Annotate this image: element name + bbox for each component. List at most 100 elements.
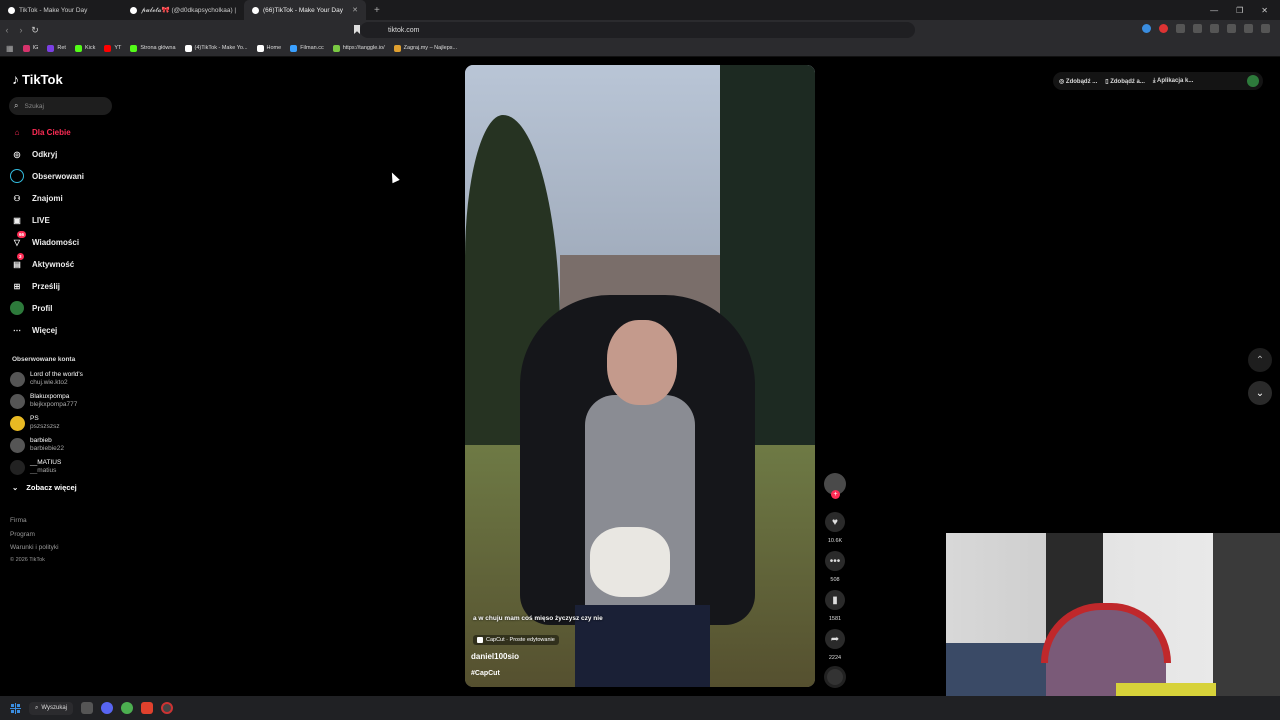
followed-account[interactable]: barbieb barbiebie22 [10, 437, 64, 453]
comment-button[interactable]: ••• 508 [824, 551, 846, 583]
nav-live[interactable]: ▣ LIVE [10, 211, 50, 229]
bookmark-kick[interactable]: Kick [74, 44, 95, 52]
tiktok-logo[interactable]: ♪ TikTok [12, 71, 63, 87]
record-icon[interactable] [1159, 24, 1168, 33]
share-icon: ➦ [825, 629, 845, 649]
bookmark-zagraj[interactable]: Zagraj.my – Najleps... [393, 44, 458, 52]
followed-account[interactable]: Blakuxpompa blejkxpompa777 [10, 393, 77, 409]
bookmark-label: Zagraj.my – Najleps... [403, 45, 458, 51]
shield-icon[interactable] [1244, 24, 1253, 33]
minimize-icon[interactable]: — [1210, 6, 1218, 15]
nav-friends[interactable]: ⚇ Znajomi [10, 189, 62, 207]
nav-activity[interactable]: ▤ 3 Aktywność [10, 253, 74, 273]
account-name: Blakuxpompa [30, 393, 70, 400]
like-button[interactable]: ♥ 10.6K [824, 512, 846, 544]
file-explorer-icon[interactable] [81, 702, 93, 714]
chrome-icon[interactable] [121, 702, 133, 714]
bookmark-ret[interactable]: Ret [47, 44, 66, 52]
puzzle-icon[interactable] [1193, 24, 1202, 33]
browser-tab-2[interactable]: 𝓹𝓾𝓵𝓮𝓽𝓪🎀 (@d0dkapsycholkaa) | [122, 0, 244, 20]
video-player[interactable]: a w chuju mam coś mięso życzysz czy nie … [465, 65, 815, 687]
close-window-icon[interactable]: ✕ [1261, 6, 1268, 15]
video-hashtag[interactable]: #CapCut [471, 670, 500, 677]
bookmarks-bar: ▦ IG Ret Kick YT Strona główna (4)TikTok… [0, 40, 1280, 57]
bookmark-favicon-icon [332, 44, 340, 52]
desktop-app-button[interactable]: ⤓ Aplikacja k... [1153, 78, 1193, 85]
browser-tab-3[interactable]: (66)TikTok - Make Your Day ✕ [244, 0, 366, 20]
url-field[interactable]: tiktok.com [354, 22, 915, 38]
brave-icon[interactable] [141, 702, 153, 714]
live-icon: ▣ [13, 215, 21, 225]
bookmark-favicon-icon [256, 44, 264, 52]
account-name: PS [30, 415, 39, 422]
nav-explore[interactable]: ◎ Odkryj [10, 145, 58, 163]
bookmark-tanggle[interactable]: https://tanggle.io/ [332, 44, 385, 52]
browser-tab-bar: TikTok - Make Your Day 𝓹𝓾𝓵𝓮𝓽𝓪🎀 (@d0dkaps… [0, 0, 1280, 20]
reload-icon[interactable]: ↻ [28, 25, 42, 36]
capcut-tag[interactable]: CapCut · Proste edytowanie [473, 635, 559, 645]
nav-following[interactable]: Obserwowani [10, 167, 84, 185]
search-input[interactable]: ⌕ Szukaj [9, 97, 112, 115]
extension-icon[interactable] [1176, 24, 1185, 33]
bookmark-label: Ret [57, 45, 66, 51]
bookmark-strona-glowna[interactable]: Strona główna [130, 44, 176, 52]
get-coins-button[interactable]: ◎ Zdobądź ... [1059, 78, 1097, 85]
forward-icon[interactable]: › [14, 25, 28, 35]
bookmark-label: Strona główna [140, 45, 176, 51]
comment-icon: ••• [825, 551, 845, 571]
nav-messages[interactable]: ▽ 66 Wiadomości [10, 231, 79, 251]
obs-icon[interactable] [161, 702, 173, 714]
share-button[interactable]: ➦ 2224 [824, 629, 846, 661]
discord-icon[interactable] [101, 702, 113, 714]
close-tab-icon[interactable]: ✕ [352, 6, 358, 14]
footer-link-company[interactable]: Firma [10, 517, 27, 524]
bookmark-filman[interactable]: Filman.cc [290, 44, 324, 52]
bookmark-yt[interactable]: YT [104, 44, 121, 52]
see-more-label: Zobacz więcej [26, 483, 77, 492]
footer-link-program[interactable]: Program [10, 531, 35, 538]
audio-icon[interactable] [1142, 24, 1151, 33]
user-avatar[interactable] [1247, 75, 1259, 87]
music-disc-icon[interactable] [824, 666, 846, 688]
bookmark-home[interactable]: Home [256, 44, 281, 52]
see-more-button[interactable]: ⌄ Zobacz więcej [12, 483, 77, 492]
bookmark-icon: ▮ [825, 590, 845, 610]
back-icon[interactable]: ‹ [0, 25, 14, 35]
nav-more[interactable]: ⋯ Więcej [10, 321, 57, 339]
apps-icon[interactable]: ▦ [6, 44, 14, 53]
sidebar-icon[interactable] [1210, 24, 1219, 33]
music-icon[interactable] [1227, 24, 1236, 33]
next-video-button[interactable]: ⌄ [1248, 381, 1272, 405]
bookmark-label: IG [32, 45, 39, 51]
avatar [10, 459, 25, 475]
follow-plus-icon[interactable]: + [831, 490, 840, 499]
bookmark-ig[interactable]: IG [22, 44, 39, 52]
nav-label: Obserwowani [32, 171, 85, 181]
get-app-button[interactable]: ▯ Zdobądź a... [1105, 78, 1145, 85]
compass-icon: ◎ [13, 149, 21, 159]
new-tab-button[interactable]: + [366, 5, 388, 16]
bookmark-icon[interactable] [354, 25, 360, 34]
previous-video-button[interactable]: ⌃ [1248, 348, 1272, 372]
footer-link-terms[interactable]: Warunki i polityki [10, 544, 59, 551]
video-author[interactable]: daniel100sio [471, 652, 519, 661]
followed-accounts-title: Obserwowane konta [12, 356, 76, 363]
nav-upload[interactable]: ⊞ Prześlij [10, 277, 60, 295]
nav-profile[interactable]: Profil [10, 299, 52, 317]
menu-icon[interactable] [1261, 24, 1270, 33]
like-count: 10.6K [827, 538, 843, 544]
windows-start-icon[interactable] [10, 702, 21, 714]
restore-icon[interactable]: ❐ [1236, 6, 1243, 15]
followed-account[interactable]: Lord of the world's chuj.wie.kto2 [10, 371, 83, 387]
avatar [10, 371, 25, 387]
browser-tab-1[interactable]: TikTok - Make Your Day [0, 0, 122, 20]
save-button[interactable]: ▮ 1581 [824, 590, 846, 622]
nav-for-you[interactable]: ⌂ Dla Ciebie [10, 123, 71, 141]
followed-account[interactable]: PS pszszszsz [10, 415, 60, 431]
url-text: tiktok.com [388, 26, 420, 34]
taskbar-search[interactable]: ⌕ Wyszukaj [29, 701, 73, 715]
upload-icon: ⊞ [13, 281, 21, 291]
tab-title: (66)TikTok - Make Your Day [263, 6, 343, 14]
followed-account[interactable]: __MATIUS __matius [10, 459, 61, 475]
bookmark-tiktok[interactable]: (4)TikTok - Make Yo... [184, 44, 248, 52]
